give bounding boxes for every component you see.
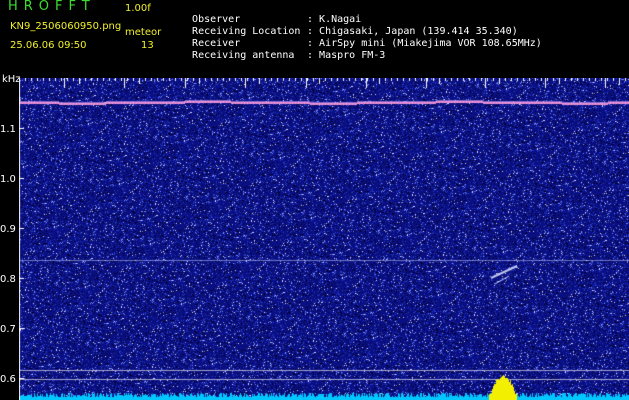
filename-label: KN9_2506060950.png bbox=[10, 21, 122, 32]
y-tick-label: 1.0 bbox=[0, 174, 16, 185]
y-tick-label: 0.6 bbox=[0, 374, 16, 385]
meta-antenna: Receiving antenna: Maspro FM-3 bbox=[192, 50, 386, 61]
datetime-label: 25.06.06 09:50 bbox=[10, 40, 87, 51]
y-tick-label: 1.1 bbox=[0, 124, 16, 135]
y-axis-unit: kHz bbox=[2, 74, 21, 85]
y-tick-label: 0.7 bbox=[0, 324, 16, 335]
meta-value: Maspro FM-3 bbox=[319, 50, 386, 61]
meta-key: Receiving antenna bbox=[192, 50, 295, 61]
version-label: 1.00f bbox=[125, 3, 151, 14]
y-tick-label: 0.9 bbox=[0, 224, 16, 235]
meteor-count: 13 bbox=[141, 40, 154, 51]
app-title: HROFFT bbox=[8, 0, 96, 14]
meteor-label: meteor bbox=[125, 27, 162, 38]
spectrogram-plot bbox=[19, 78, 629, 400]
y-tick-label: 0.8 bbox=[0, 274, 16, 285]
